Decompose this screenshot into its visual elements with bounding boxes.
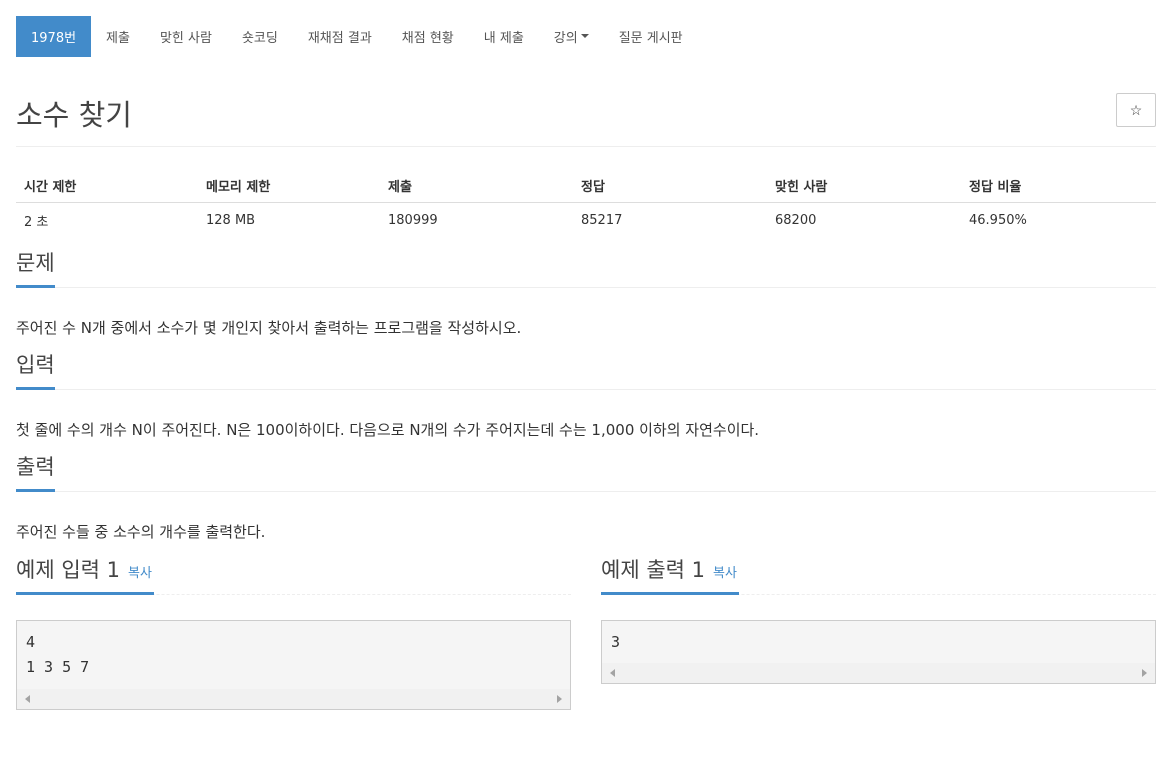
table-header-row: 시간 제한 메모리 제한 제출 정답 맞힌 사람 정답 비율 <box>16 169 1156 203</box>
favorite-button[interactable]: ☆ <box>1116 93 1156 127</box>
value-accept-ratio: 46.950% <box>969 212 1027 228</box>
page-title: 소수 찾기 <box>16 98 132 132</box>
section-header: 예제 출력 1 복사 <box>601 556 1156 595</box>
header-accept-ratio: 정답 비율 <box>961 169 1156 203</box>
section-header: 출력 <box>16 454 1156 492</box>
nav-my-submissions[interactable]: 내 제출 <box>469 16 539 57</box>
sample-output-content: 3 <box>611 633 621 651</box>
value-memory-limit: 128 MB <box>206 212 256 228</box>
scroll-right-icon[interactable] <box>1142 669 1147 677</box>
header-memory-limit: 메모리 제한 <box>198 169 380 203</box>
header-time-limit: 시간 제한 <box>16 169 198 203</box>
nav-submit[interactable]: 제출 <box>91 16 145 57</box>
nav-label: 맞힌 사람 <box>159 30 212 46</box>
problem-section: 문제 주어진 수 N개 중에서 소수가 몇 개인지 찾아서 출력하는 프로그램을… <box>16 250 1156 338</box>
table-row: 2 초 128 MB 180999 85217 68200 46.950% <box>16 202 1156 238</box>
nav-judge-status[interactable]: 채점 현황 <box>387 16 469 57</box>
nav-rejudge-results[interactable]: 재채점 결과 <box>293 16 387 57</box>
sample-output-heading: 예제 출력 1 <box>601 558 705 582</box>
sample-input-heading: 예제 입력 1 <box>16 558 120 582</box>
section-title-input: 입력 <box>16 349 55 390</box>
sample-input-title: 예제 입력 1 복사 <box>16 554 154 595</box>
nav-lectures-dropdown[interactable]: 강의 <box>539 16 604 57</box>
title-row: 소수 찾기 ☆ <box>16 62 1156 147</box>
output-section: 출력 주어진 수들 중 소수의 개수를 출력한다. <box>16 454 1156 542</box>
nav-label: 숏코딩 <box>241 30 278 46</box>
scroll-right-icon[interactable] <box>557 695 562 703</box>
nav-question-board[interactable]: 질문 게시판 <box>604 16 698 57</box>
header-submissions: 제출 <box>380 169 573 203</box>
section-header: 입력 <box>16 352 1156 390</box>
sample-output-title: 예제 출력 1 복사 <box>601 554 739 595</box>
sample-output-block: 예제 출력 1 복사 3 <box>601 556 1156 710</box>
sample-input-content: 4 1 3 5 7 <box>26 633 90 676</box>
nav-label: 내 제출 <box>483 30 524 46</box>
input-description: 첫 줄에 수의 개수 N이 주어진다. N은 100이하이다. 다음으로 N개의… <box>16 421 760 439</box>
section-title-output: 출력 <box>16 451 55 492</box>
star-icon: ☆ <box>1129 101 1143 118</box>
samples-row: 예제 입력 1 복사 4 1 3 5 7 예제 출력 1 복사 3 <box>16 556 1156 710</box>
nav-label: 채점 현황 <box>401 30 454 46</box>
sample-input-box: 4 1 3 5 7 <box>16 620 571 710</box>
scroll-left-icon[interactable] <box>25 695 30 703</box>
header-accepted: 정답 <box>573 169 767 203</box>
sample-input-block: 예제 입력 1 복사 4 1 3 5 7 <box>16 556 571 710</box>
nav-solved-users[interactable]: 맞힌 사람 <box>145 16 227 57</box>
nav-label: 강의 <box>553 30 578 46</box>
value-accepted: 85217 <box>581 212 623 228</box>
horizontal-scrollbar[interactable] <box>602 663 1155 683</box>
copy-sample-output-link[interactable]: 복사 <box>713 562 737 581</box>
problem-info-table: 시간 제한 메모리 제한 제출 정답 맞힌 사람 정답 비율 2 초 128 M… <box>16 169 1156 238</box>
section-title-problem: 문제 <box>16 247 55 288</box>
header-solved-users: 맞힌 사람 <box>767 169 961 203</box>
value-time-limit: 2 초 <box>24 214 49 230</box>
value-solved-users: 68200 <box>775 212 817 228</box>
horizontal-scrollbar[interactable] <box>17 689 570 709</box>
nav-label: 질문 게시판 <box>618 30 683 46</box>
problem-description: 주어진 수 N개 중에서 소수가 몇 개인지 찾아서 출력하는 프로그램을 작성… <box>16 319 522 337</box>
section-header: 예제 입력 1 복사 <box>16 556 571 595</box>
nav-problem-number[interactable]: 1978번 <box>16 15 92 57</box>
nav-label: 재채점 결과 <box>307 30 372 46</box>
problem-page: 1978번 제출 맞힌 사람 숏코딩 재채점 결과 채점 현황 내 제출 강의 … <box>0 0 1172 782</box>
scroll-left-icon[interactable] <box>610 669 615 677</box>
output-description: 주어진 수들 중 소수의 개수를 출력한다. <box>16 523 266 541</box>
problem-nav: 1978번 제출 맞힌 사람 숏코딩 재채점 결과 채점 현황 내 제출 강의 … <box>16 0 1156 62</box>
caret-down-icon <box>580 34 589 38</box>
copy-sample-input-link[interactable]: 복사 <box>128 562 152 581</box>
value-submissions: 180999 <box>388 212 438 228</box>
sample-output-box: 3 <box>601 620 1156 684</box>
section-header: 문제 <box>16 250 1156 288</box>
input-section: 입력 첫 줄에 수의 개수 N이 주어진다. N은 100이하이다. 다음으로 … <box>16 352 1156 440</box>
nav-label: 제출 <box>106 30 130 46</box>
nav-short-coding[interactable]: 숏코딩 <box>227 16 293 57</box>
nav-label: 1978번 <box>31 30 77 46</box>
